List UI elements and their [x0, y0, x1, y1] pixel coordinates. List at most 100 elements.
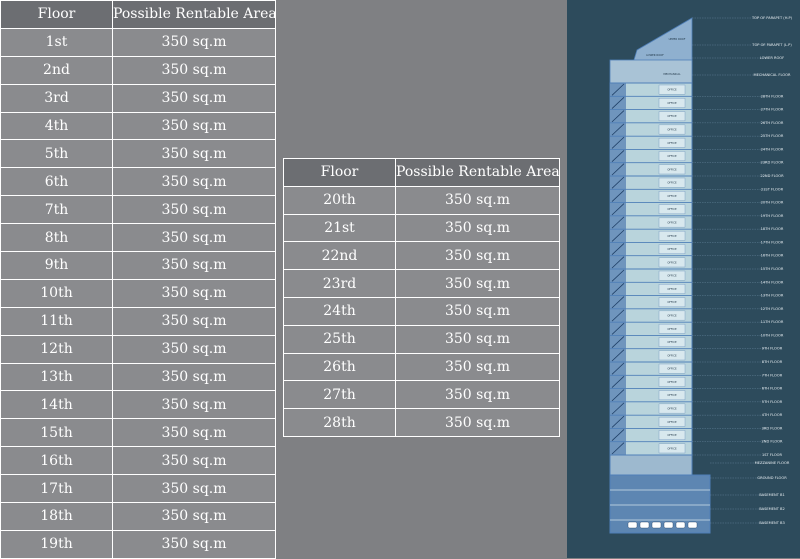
office-room-label: OFFICE	[667, 154, 677, 158]
office-room-label: OFFICE	[667, 128, 677, 132]
table-row: 26th 350 sq.m	[283, 352, 560, 382]
floor-cell: 25th	[283, 324, 396, 354]
floor-cell: 11th	[0, 306, 113, 336]
floor-cell: 14th	[0, 390, 113, 420]
area-cell: 350 sq.m	[112, 223, 276, 253]
area-cell: 350 sq.m	[395, 269, 560, 298]
table-row: 15th 350 sq.m	[0, 418, 276, 448]
area-cell: 350 sq.m	[112, 446, 276, 476]
table-row: 9th 350 sq.m	[0, 251, 276, 280]
table-row: 18th 350 sq.m	[0, 502, 276, 531]
office-room-label: OFFICE	[667, 367, 677, 371]
area-cell: 350 sq.m	[395, 296, 560, 326]
floor-cell: 16th	[0, 446, 113, 476]
office-room-label: OFFICE	[667, 88, 677, 92]
office-room-label: OFFICE	[667, 274, 677, 278]
floor-level-label: 15TH FLOOR	[761, 267, 784, 271]
area-cell: 350 sq.m	[395, 380, 560, 410]
floor-level-label: 9TH FLOOR	[762, 347, 783, 351]
floor-level-label: 26TH FLOOR	[761, 121, 784, 125]
floor-cell: 28th	[283, 408, 396, 437]
area-cell: 350 sq.m	[112, 306, 276, 336]
floor-level-label: 22ND FLOOR	[760, 174, 784, 178]
floor-cell: 27th	[283, 380, 396, 410]
area-column-header: Possible Rentable Area	[112, 0, 276, 29]
floor-cell: 26th	[283, 352, 396, 382]
floor-cell: 22nd	[283, 241, 396, 271]
floor-level-label: 5TH FLOOR	[762, 400, 783, 404]
area-cell: 350 sq.m	[395, 324, 560, 354]
parked-car	[687, 521, 698, 529]
floor-cell: 24th	[283, 296, 396, 326]
floor-level-label: 25TH FLOOR	[761, 134, 784, 138]
area-cell: 350 sq.m	[112, 55, 276, 85]
office-room-label: OFFICE	[667, 181, 677, 185]
table-row: 8th 350 sq.m	[0, 223, 276, 253]
floor-level-label: 14TH FLOOR	[761, 280, 784, 284]
office-room-label: OFFICE	[667, 234, 677, 238]
office-room-label: OFFICE	[667, 167, 677, 171]
floor-level-label: 7TH FLOOR	[762, 373, 783, 377]
floor-cell: 7th	[0, 195, 113, 225]
floor-cell: 9th	[0, 251, 113, 280]
table-row: 20th 350 sq.m	[283, 185, 560, 215]
area-cell: 350 sq.m	[112, 362, 276, 392]
floor-level-label: 16TH FLOOR	[761, 254, 784, 258]
floor-level-label: 13TH FLOOR	[761, 294, 784, 298]
upper-roof-label: UPPER ROOF	[669, 37, 686, 41]
floor-cell: 5th	[0, 139, 113, 169]
floor-level-label: 17TH FLOOR	[761, 240, 784, 244]
area-column-header: Possible Rentable Area	[395, 158, 560, 187]
floor-cell: 4th	[0, 111, 113, 141]
office-room-label: OFFICE	[667, 207, 677, 211]
office-room-label: OFFICE	[667, 314, 677, 318]
floor-level-label: 4TH FLOOR	[762, 413, 783, 417]
table-row: 12th 350 sq.m	[0, 334, 276, 364]
area-cell: 350 sq.m	[395, 213, 560, 243]
floor-level-label: 28TH FLOOR	[761, 94, 784, 98]
rentable-area-table-2: Floor Possible Rentable Area 20th 350 sq.…	[283, 158, 560, 437]
floor-cell: 10th	[0, 278, 113, 308]
table-row: 17th 350 sq.m	[0, 474, 276, 504]
floor-level-label: 27TH FLOOR	[761, 108, 784, 112]
table-row: 6th 350 sq.m	[0, 167, 276, 197]
area-cell: 350 sq.m	[112, 418, 276, 448]
table-row: 7th 350 sq.m	[0, 195, 276, 225]
floor-column-header: Floor	[0, 0, 113, 29]
office-room-label: OFFICE	[667, 287, 677, 291]
office-room-label: OFFICE	[667, 260, 677, 264]
floor-level-label: 10TH FLOOR	[761, 333, 784, 337]
table-row: 2nd 350 sq.m	[0, 55, 276, 85]
floor-level-label: 12TH FLOOR	[761, 307, 784, 311]
floor-cell: 15th	[0, 418, 113, 448]
floor-cell: 1st	[0, 27, 113, 57]
floor-level-label: 3RD FLOOR	[762, 426, 783, 430]
office-room-label: OFFICE	[667, 420, 677, 424]
floor-level-label: 19TH FLOOR	[761, 214, 784, 218]
parked-car	[639, 521, 650, 529]
table-header-row: Floor Possible Rentable Area	[283, 158, 560, 187]
mechanical-label: MECHANICAL	[663, 72, 681, 76]
office-room-label: OFFICE	[667, 446, 677, 450]
table-row: 23rd 350 sq.m	[283, 269, 560, 298]
building-section-svg: UPPER ROOF LOWER ROOF MECHANICAL OFFICE 28TH…	[609, 16, 793, 534]
area-cell: 350 sq.m	[112, 474, 276, 504]
rentable-area-table-1: Floor Possible Rentable Area 1st 350 sq.m…	[0, 0, 276, 559]
floor-cell: 12th	[0, 334, 113, 364]
floor-cell: 20th	[283, 185, 396, 215]
lower-level-label: BASEMENT B3	[759, 521, 785, 525]
floor-cell: 3rd	[0, 83, 113, 113]
office-room-label: OFFICE	[667, 300, 677, 304]
floor-cell: 6th	[0, 167, 113, 197]
mechanical-floor	[609, 59, 693, 84]
floor-level-label: 11TH FLOOR	[761, 320, 784, 324]
area-cell: 350 sq.m	[112, 529, 276, 559]
table-row: 22nd 350 sq.m	[283, 241, 560, 271]
floor-cell: 18th	[0, 502, 113, 531]
office-room-label: OFFICE	[667, 433, 677, 437]
table-row: 10th 350 sq.m	[0, 278, 276, 308]
parked-car	[663, 521, 674, 529]
table-row: 3rd 350 sq.m	[0, 83, 276, 113]
area-cell: 350 sq.m	[112, 334, 276, 364]
mezzanine-ground	[609, 454, 693, 476]
